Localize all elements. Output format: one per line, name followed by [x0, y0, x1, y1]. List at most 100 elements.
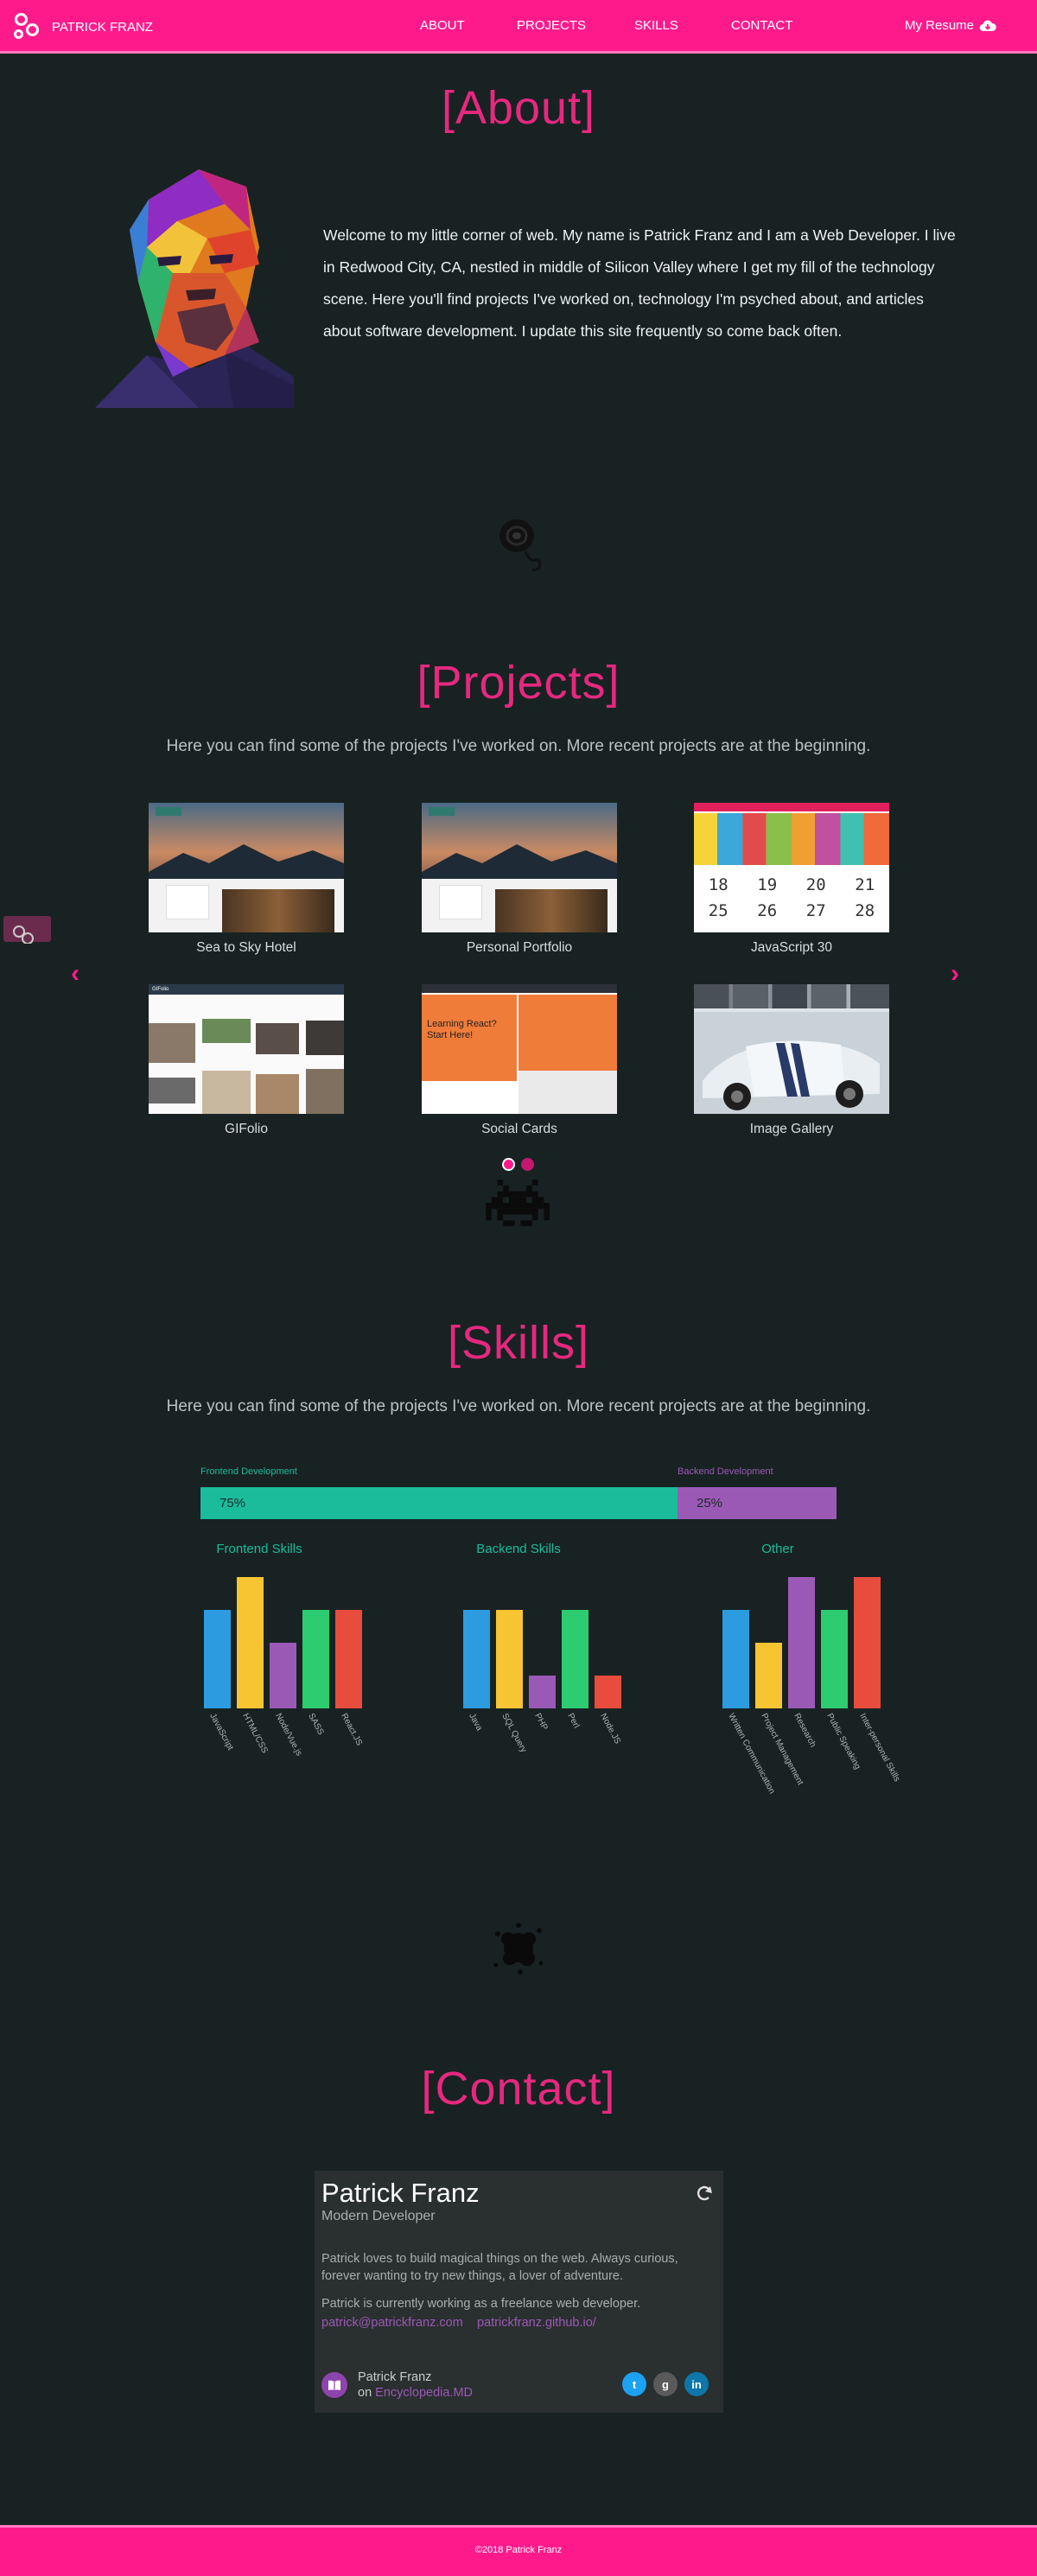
nav-contact-link[interactable]: CONTACT: [731, 18, 792, 33]
twitter-icon[interactable]: t: [622, 2372, 646, 2396]
calendar-day: 18: [708, 875, 728, 894]
contact-bio: Patrick loves to build magical things on…: [321, 2252, 678, 2283]
project-label: Social Cards: [481, 1122, 557, 1136]
resume-label: My Resume: [905, 18, 975, 33]
project-thumbnail: [422, 803, 617, 932]
skill-bar-label: Java: [467, 1712, 484, 1733]
skill-bar: [755, 1643, 782, 1708]
page-footer: ©2018 Patrick Franz: [0, 2525, 1037, 2576]
carousel-prev-button[interactable]: ‹: [71, 959, 80, 989]
profile-portrait: [95, 169, 294, 408]
skill-bar-label: Public Speaking: [824, 1712, 862, 1771]
social-card-title: Learning React? Start Here!: [427, 1019, 497, 1040]
backend-dev-value: 25%: [697, 1496, 723, 1511]
skill-bar: [302, 1610, 329, 1708]
skills-subtext: Here you can find some of the projects I…: [166, 1397, 871, 1415]
card-footer-text: Patrick Franz on Encyclopedia.MD: [358, 2369, 473, 2401]
encyclopedia-link[interactable]: Encyclopedia.MD: [375, 2386, 473, 2400]
calendar-day: 19: [757, 875, 778, 894]
other-skills-title: Other: [761, 1542, 794, 1556]
carousel-next-button[interactable]: ›: [951, 959, 959, 989]
refresh-icon[interactable]: [694, 2183, 715, 2204]
contact-email-link[interactable]: patrick@patrickfranz.com: [321, 2316, 463, 2330]
project-thumbnail: [149, 803, 344, 932]
backend-skills-title: Backend Skills: [476, 1542, 561, 1556]
skill-bar: [821, 1610, 848, 1708]
project-card-personal-portfolio[interactable]: Personal Portfolio: [422, 803, 617, 956]
carousel-dot-1[interactable]: [502, 1158, 515, 1171]
contact-name: Patrick Franz: [321, 2178, 480, 2208]
skill-bar: [463, 1610, 490, 1708]
skill-bar-label: Perl: [565, 1712, 582, 1730]
card-footer-name: Patrick Franz: [358, 2370, 432, 2384]
brand-link[interactable]: PATRICK FRANZ: [12, 11, 153, 42]
projects-heading: [Projects]: [417, 657, 620, 709]
brand-name: PATRICK FRANZ: [52, 19, 153, 35]
calendar-day: 26: [757, 901, 778, 920]
skill-bar-label: PHP: [532, 1712, 550, 1733]
skills-heading: [Skills]: [447, 1317, 589, 1369]
backend-dev-label: Backend Development: [678, 1466, 773, 1477]
project-thumbnail: Learning React? Start Here!: [422, 984, 617, 1114]
top-nav: PATRICK FRANZ ABOUT PROJECTS SKILLS CONT…: [0, 0, 1037, 54]
about-heading: [About]: [441, 82, 596, 134]
frontend-dev-label: Frontend Development: [200, 1466, 297, 1477]
project-card-gifolio[interactable]: GIFolio GIFolio: [149, 984, 344, 1137]
skill-bar: [496, 1610, 523, 1708]
card-footer-on: on: [358, 2386, 372, 2400]
skill-bar-label: JavaScript: [207, 1712, 235, 1752]
project-thumbnail: [694, 984, 889, 1114]
book-icon: [321, 2372, 347, 2398]
nav-skills-link[interactable]: SKILLS: [634, 18, 678, 33]
skill-bar: [788, 1577, 815, 1708]
calendar-day: 27: [805, 901, 826, 920]
twitter-glyph: t: [632, 2377, 637, 2391]
calendar-day: 28: [855, 901, 875, 920]
contact-status: Patrick is currently working as a freela…: [321, 2297, 641, 2311]
contact-role: Modern Developer: [321, 2209, 436, 2223]
footer-copyright: ©2018 Patrick Franz: [474, 2545, 563, 2555]
project-card-social-cards[interactable]: Learning React? Start Here! Social Cards: [422, 984, 617, 1137]
project-card-javascript-30[interactable]: 18 19 20 21 25 26 27 28 JavaScript 30: [694, 803, 889, 956]
linkedin-icon[interactable]: in: [684, 2372, 709, 2396]
contact-heading: [Contact]: [421, 2063, 616, 2115]
skill-bar-label: SASS: [306, 1712, 326, 1737]
brand-logo-icon: [12, 11, 43, 42]
side-tab[interactable]: [3, 916, 51, 945]
resume-button[interactable]: My Resume: [905, 18, 996, 33]
skill-bar-label: Research: [792, 1712, 818, 1749]
skill-bar-label: HTML/CSS: [240, 1712, 270, 1755]
project-thumbnail: GIFolio: [149, 984, 344, 1114]
skill-bar-label: Node/Vue.js: [273, 1712, 304, 1758]
skill-bar-label: React.JS: [339, 1712, 365, 1747]
contact-site-link[interactable]: patrickfranz.github.io/: [477, 2316, 596, 2330]
backend-dev-segment: 25%: [678, 1487, 837, 1519]
project-card-image-gallery[interactable]: Image Gallery: [694, 984, 889, 1137]
nav-about-link[interactable]: ABOUT: [420, 18, 465, 33]
calendar-day: 20: [805, 875, 826, 894]
github-glyph: g: [662, 2377, 669, 2391]
skill-bar: [595, 1676, 621, 1708]
about-text: Welcome to my little corner of web. My n…: [323, 226, 956, 340]
calendar-day: 21: [855, 875, 875, 894]
carousel-dot-2[interactable]: [521, 1158, 534, 1171]
headphones-icon: [499, 519, 541, 572]
skill-bar-label: Inter-personal Skills: [857, 1712, 902, 1784]
calendar-day: 25: [708, 901, 728, 920]
ink-splat-icon: [493, 1923, 544, 1975]
skill-bar: [270, 1643, 296, 1708]
skill-bar: [854, 1577, 881, 1708]
project-label: JavaScript 30: [751, 940, 832, 955]
project-label: Personal Portfolio: [466, 940, 573, 955]
skill-bar: [204, 1610, 231, 1708]
github-icon[interactable]: g: [653, 2372, 678, 2396]
nav-projects-link[interactable]: PROJECTS: [517, 18, 586, 33]
skill-bar: [562, 1610, 588, 1708]
skill-bar-label: Node.JS: [598, 1712, 623, 1746]
gifolio-header: GIFolio: [149, 984, 344, 995]
frontend-dev-segment: 75%: [200, 1487, 678, 1519]
project-card-sea-to-sky[interactable]: Sea to Sky Hotel: [149, 803, 344, 956]
projects-subtext: Here you can find some of the projects I…: [166, 737, 871, 755]
project-label: Sea to Sky Hotel: [196, 940, 296, 955]
space-invader-icon: [486, 1180, 550, 1226]
